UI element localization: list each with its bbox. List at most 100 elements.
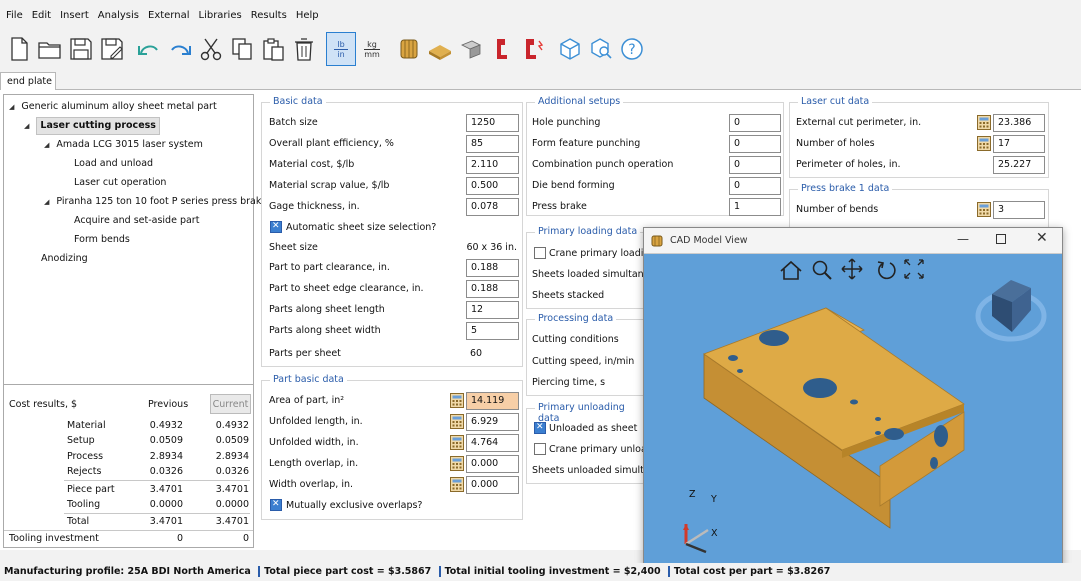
calculator-icon[interactable] bbox=[450, 435, 464, 450]
material-block-icon[interactable] bbox=[425, 32, 455, 66]
parts-along-width-input[interactable]: 5 bbox=[466, 322, 519, 340]
auto-sheet-size-checkbox[interactable] bbox=[270, 221, 282, 233]
expand-arrow-icon[interactable]: ◢ bbox=[24, 122, 29, 130]
hole-punching-input[interactable]: 0 bbox=[729, 114, 781, 132]
calculator-icon[interactable] bbox=[450, 477, 464, 492]
laser-tool-icon[interactable] bbox=[518, 32, 548, 66]
expand-arrow-icon[interactable]: ◢ bbox=[44, 141, 49, 149]
tree-item-acquire[interactable]: Acquire and set-aside part bbox=[74, 212, 199, 230]
crane-unloading-checkbox[interactable] bbox=[534, 443, 546, 455]
processing-group: Processing data Cutting conditions Cutti… bbox=[526, 313, 646, 396]
3d-view-icon[interactable] bbox=[555, 32, 585, 66]
imperial-units-icon[interactable]: lb in bbox=[326, 32, 356, 66]
unfolded-length-input[interactable]: 6.929 bbox=[466, 413, 519, 431]
menu-file[interactable]: File bbox=[6, 10, 23, 21]
zoom-icon[interactable] bbox=[812, 260, 832, 280]
tree-item-part[interactable]: ◢ Generic aluminum alloy sheet metal part bbox=[9, 98, 217, 116]
new-file-icon[interactable] bbox=[4, 32, 34, 66]
fit-view-icon[interactable] bbox=[904, 259, 924, 279]
home-view-icon[interactable] bbox=[780, 260, 802, 280]
save-icon[interactable] bbox=[66, 32, 96, 66]
open-folder-icon[interactable] bbox=[35, 32, 65, 66]
part-clearance-input[interactable]: 0.188 bbox=[466, 259, 519, 277]
crane-loading-checkbox[interactable] bbox=[534, 247, 546, 259]
close-icon[interactable]: ✕ bbox=[1036, 230, 1048, 246]
3d-zoom-icon[interactable] bbox=[586, 32, 616, 66]
unloaded-as-sheet-checkbox[interactable] bbox=[534, 422, 546, 434]
minimize-icon[interactable]: — bbox=[957, 232, 969, 246]
expand-arrow-icon[interactable]: ◢ bbox=[44, 198, 49, 206]
punch-tool-icon[interactable] bbox=[487, 32, 517, 66]
axis-x-label: X bbox=[711, 528, 718, 539]
crane-unloading-label: Crane primary unloading bbox=[549, 444, 645, 455]
number-of-holes-input[interactable]: 17 bbox=[993, 135, 1045, 153]
menu-external[interactable]: External bbox=[148, 10, 190, 21]
calculator-icon[interactable] bbox=[977, 115, 991, 130]
menu-results[interactable]: Results bbox=[251, 10, 287, 21]
mutual-overlaps-checkbox[interactable] bbox=[270, 499, 282, 511]
current-button[interactable]: Current bbox=[210, 394, 251, 414]
copy-icon[interactable] bbox=[227, 32, 257, 66]
number-of-bends-input[interactable]: 3 bbox=[993, 201, 1045, 219]
tree-item-laser-cut[interactable]: Laser cut operation bbox=[74, 174, 166, 192]
cost-row-material: Material 0.4932 0.4932 bbox=[67, 420, 249, 431]
parts-along-length-input[interactable]: 12 bbox=[466, 301, 519, 319]
edge-clearance-input[interactable]: 0.188 bbox=[466, 280, 519, 298]
external-perimeter-input[interactable]: 23.386 bbox=[993, 114, 1045, 132]
tree-item-laser-system[interactable]: ◢ Amada LCG 3015 laser system bbox=[44, 136, 203, 154]
parts-per-sheet-label: Parts per sheet bbox=[269, 348, 341, 359]
additional-setups-title: Additional setups bbox=[535, 96, 624, 107]
calculator-icon[interactable] bbox=[977, 136, 991, 151]
material-roll-icon[interactable] bbox=[394, 32, 424, 66]
batch-size-input[interactable]: 1250 bbox=[466, 114, 519, 132]
cad-title-bar[interactable]: CAD Model View — ✕ bbox=[644, 228, 1062, 254]
metric-units-icon[interactable]: kg mm bbox=[357, 32, 387, 66]
save-as-icon[interactable] bbox=[97, 32, 127, 66]
die-bend-input[interactable]: 0 bbox=[729, 177, 781, 195]
length-overlap-input[interactable]: 0.000 bbox=[466, 455, 519, 473]
calculator-icon[interactable] bbox=[450, 393, 464, 408]
tree-item-laser-process[interactable]: ◢ Laser cutting process bbox=[24, 117, 160, 135]
delete-icon[interactable] bbox=[289, 32, 319, 66]
external-perimeter-label: External cut perimeter, in. bbox=[796, 117, 922, 128]
menu-libraries[interactable]: Libraries bbox=[199, 10, 242, 21]
cost-row-process: Process 2.8934 2.8934 bbox=[67, 451, 249, 462]
gage-thickness-input[interactable]: 0.078 bbox=[466, 198, 519, 216]
tab-end-plate[interactable]: end plate bbox=[0, 72, 56, 90]
press-brake-label: Press brake bbox=[532, 201, 587, 212]
tree-item-press-brake[interactable]: ◢ Piranha 125 ton 10 foot P series press … bbox=[44, 193, 267, 211]
calculator-icon[interactable] bbox=[977, 202, 991, 217]
material-cost-input[interactable]: 2.110 bbox=[466, 156, 519, 174]
help-icon[interactable]: ? bbox=[617, 32, 647, 66]
scrap-value-input[interactable]: 0.500 bbox=[466, 177, 519, 195]
plant-efficiency-input[interactable]: 85 bbox=[466, 135, 519, 153]
press-brake-input[interactable]: 1 bbox=[729, 198, 781, 216]
holes-perimeter-input[interactable]: 25.227 bbox=[993, 156, 1045, 174]
view-cube[interactable] bbox=[975, 280, 1047, 342]
expand-arrow-icon[interactable]: ◢ bbox=[9, 103, 14, 111]
menu-help[interactable]: Help bbox=[296, 10, 319, 21]
area-input[interactable]: 14.119 bbox=[466, 392, 519, 410]
pan-icon[interactable] bbox=[841, 258, 863, 280]
tooling-investment-row: Tooling investment 0 0 bbox=[9, 533, 249, 544]
rotate-icon[interactable] bbox=[877, 261, 896, 280]
tree-item-load-unload[interactable]: Load and unload bbox=[74, 155, 153, 173]
menu-insert[interactable]: Insert bbox=[60, 10, 89, 21]
form-feature-input[interactable]: 0 bbox=[729, 135, 781, 153]
menu-edit[interactable]: Edit bbox=[32, 10, 51, 21]
width-overlap-input[interactable]: 0.000 bbox=[466, 476, 519, 494]
bent-part-icon[interactable] bbox=[456, 32, 486, 66]
redo-icon[interactable] bbox=[165, 32, 195, 66]
tree-item-form-bends[interactable]: Form bends bbox=[74, 231, 130, 249]
paste-icon[interactable] bbox=[258, 32, 288, 66]
combination-punch-input[interactable]: 0 bbox=[729, 156, 781, 174]
maximize-icon[interactable] bbox=[996, 234, 1006, 244]
cut-icon[interactable] bbox=[196, 32, 226, 66]
calculator-icon[interactable] bbox=[450, 456, 464, 471]
unfolded-width-input[interactable]: 4.764 bbox=[466, 434, 519, 452]
undo-icon[interactable] bbox=[134, 32, 164, 66]
menu-analysis[interactable]: Analysis bbox=[98, 10, 139, 21]
calculator-icon[interactable] bbox=[450, 414, 464, 429]
cad-viewport[interactable] bbox=[644, 254, 1062, 566]
tree-item-anodizing[interactable]: Anodizing bbox=[41, 250, 88, 268]
